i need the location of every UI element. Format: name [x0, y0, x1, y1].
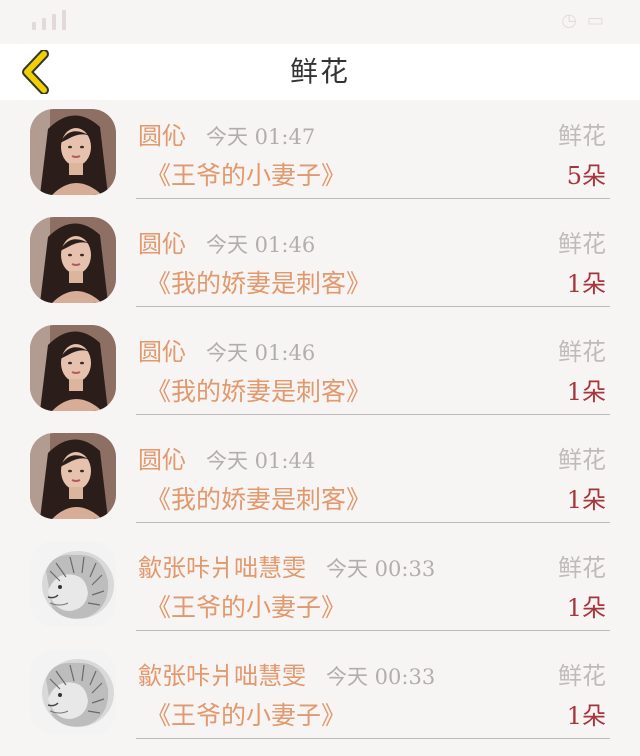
- book-title[interactable]: 《王爷的小妻子》: [146, 588, 346, 624]
- timestamp: 今天 01:46: [206, 341, 316, 365]
- gift-count: 1朵: [566, 378, 606, 406]
- gift-type-label: 鲜花: [558, 446, 606, 474]
- sender-name[interactable]: 圆伈 今天 01:46: [138, 224, 315, 259]
- flower-gift-list: 圆伈 今天 01:47 《王爷的小妻子》 鲜花 5朵 圆伈 今天 01:46 《我的娇妻是刺…: [0, 100, 640, 748]
- list-item[interactable]: 歙张咔爿咄慧雯 今天 00:33 《王爷的小妻子》 鲜花 1朵: [0, 532, 640, 640]
- gift-count: 1朵: [566, 702, 606, 730]
- list-item[interactable]: 歙张咔爿咄慧雯 今天 00:33 《王爷的小妻子》 鲜花 1朵: [0, 640, 640, 748]
- signal-bar: [62, 10, 66, 30]
- timestamp: 今天 01:44: [206, 449, 316, 473]
- timestamp: 今天 00:33: [326, 557, 436, 581]
- list-item[interactable]: 圆伈 今天 01:46 《我的娇妻是刺客》 鲜花 1朵: [0, 316, 640, 424]
- list-item[interactable]: 圆伈 今天 01:46 《我的娇妻是刺客》 鲜花 1朵: [0, 208, 640, 316]
- avatar[interactable]: [30, 433, 116, 519]
- status-bar: ◷ ▭: [0, 0, 640, 44]
- gift-count: 1朵: [566, 270, 606, 298]
- gift-type-label: 鲜花: [558, 230, 606, 258]
- back-button[interactable]: [18, 49, 58, 95]
- signal-bar: [32, 22, 36, 30]
- book-title[interactable]: 《王爷的小妻子》: [146, 696, 346, 732]
- signal-indicators: [32, 10, 66, 30]
- battery-icon: ▭: [586, 10, 604, 31]
- avatar[interactable]: [30, 541, 116, 627]
- book-title[interactable]: 《王爷的小妻子》: [146, 156, 346, 192]
- page-title: 鲜花: [289, 55, 350, 88]
- header: 鲜花: [0, 44, 640, 100]
- sender-name-text: 歙张咔爿咄慧雯: [138, 554, 306, 582]
- avatar[interactable]: [30, 109, 116, 195]
- avatar[interactable]: [30, 649, 116, 735]
- sender-name[interactable]: 圆伈 今天 01:46: [138, 332, 315, 367]
- book-title[interactable]: 《我的娇妻是刺客》: [146, 264, 371, 300]
- gift-count: 1朵: [566, 486, 606, 514]
- gift-type-label: 鲜花: [558, 662, 606, 690]
- gift-type-label: 鲜花: [558, 338, 606, 366]
- signal-bar: [52, 14, 56, 30]
- divider: [136, 738, 610, 739]
- gift-count: 5朵: [566, 162, 606, 190]
- timestamp: 今天 00:33: [326, 665, 436, 689]
- list-item[interactable]: 圆伈 今天 01:44 《我的娇妻是刺客》 鲜花 1朵: [0, 424, 640, 532]
- book-title[interactable]: 《我的娇妻是刺客》: [146, 372, 371, 408]
- timestamp: 今天 01:46: [206, 233, 316, 257]
- book-title[interactable]: 《我的娇妻是刺客》: [146, 480, 371, 516]
- divider: [136, 522, 610, 523]
- sender-name[interactable]: 圆伈 今天 01:44: [138, 440, 315, 475]
- avatar[interactable]: [30, 325, 116, 411]
- sender-name-text: 圆伈: [138, 230, 186, 258]
- chevron-left-icon: [22, 49, 49, 95]
- sender-name-text: 圆伈: [138, 122, 186, 150]
- sender-name-text: 圆伈: [138, 446, 186, 474]
- divider: [136, 198, 610, 199]
- list-item[interactable]: 圆伈 今天 01:47 《王爷的小妻子》 鲜花 5朵: [0, 100, 640, 208]
- divider: [136, 306, 610, 307]
- sender-name-text: 圆伈: [138, 338, 186, 366]
- sender-name[interactable]: 圆伈 今天 01:47: [138, 116, 315, 151]
- divider: [136, 630, 610, 631]
- sender-name-text: 歙张咔爿咄慧雯: [138, 662, 306, 690]
- divider: [136, 414, 610, 415]
- timestamp: 今天 01:47: [206, 125, 316, 149]
- avatar[interactable]: [30, 217, 116, 303]
- sender-name[interactable]: 歙张咔爿咄慧雯 今天 00:33: [138, 548, 435, 583]
- signal-bar: [42, 18, 46, 30]
- gift-type-label: 鲜花: [558, 122, 606, 150]
- alarm-icon: ◷: [561, 10, 577, 31]
- sender-name[interactable]: 歙张咔爿咄慧雯 今天 00:33: [138, 656, 435, 691]
- status-icons: ◷ ▭: [561, 10, 604, 31]
- gift-count: 1朵: [566, 594, 606, 622]
- gift-type-label: 鲜花: [558, 554, 606, 582]
